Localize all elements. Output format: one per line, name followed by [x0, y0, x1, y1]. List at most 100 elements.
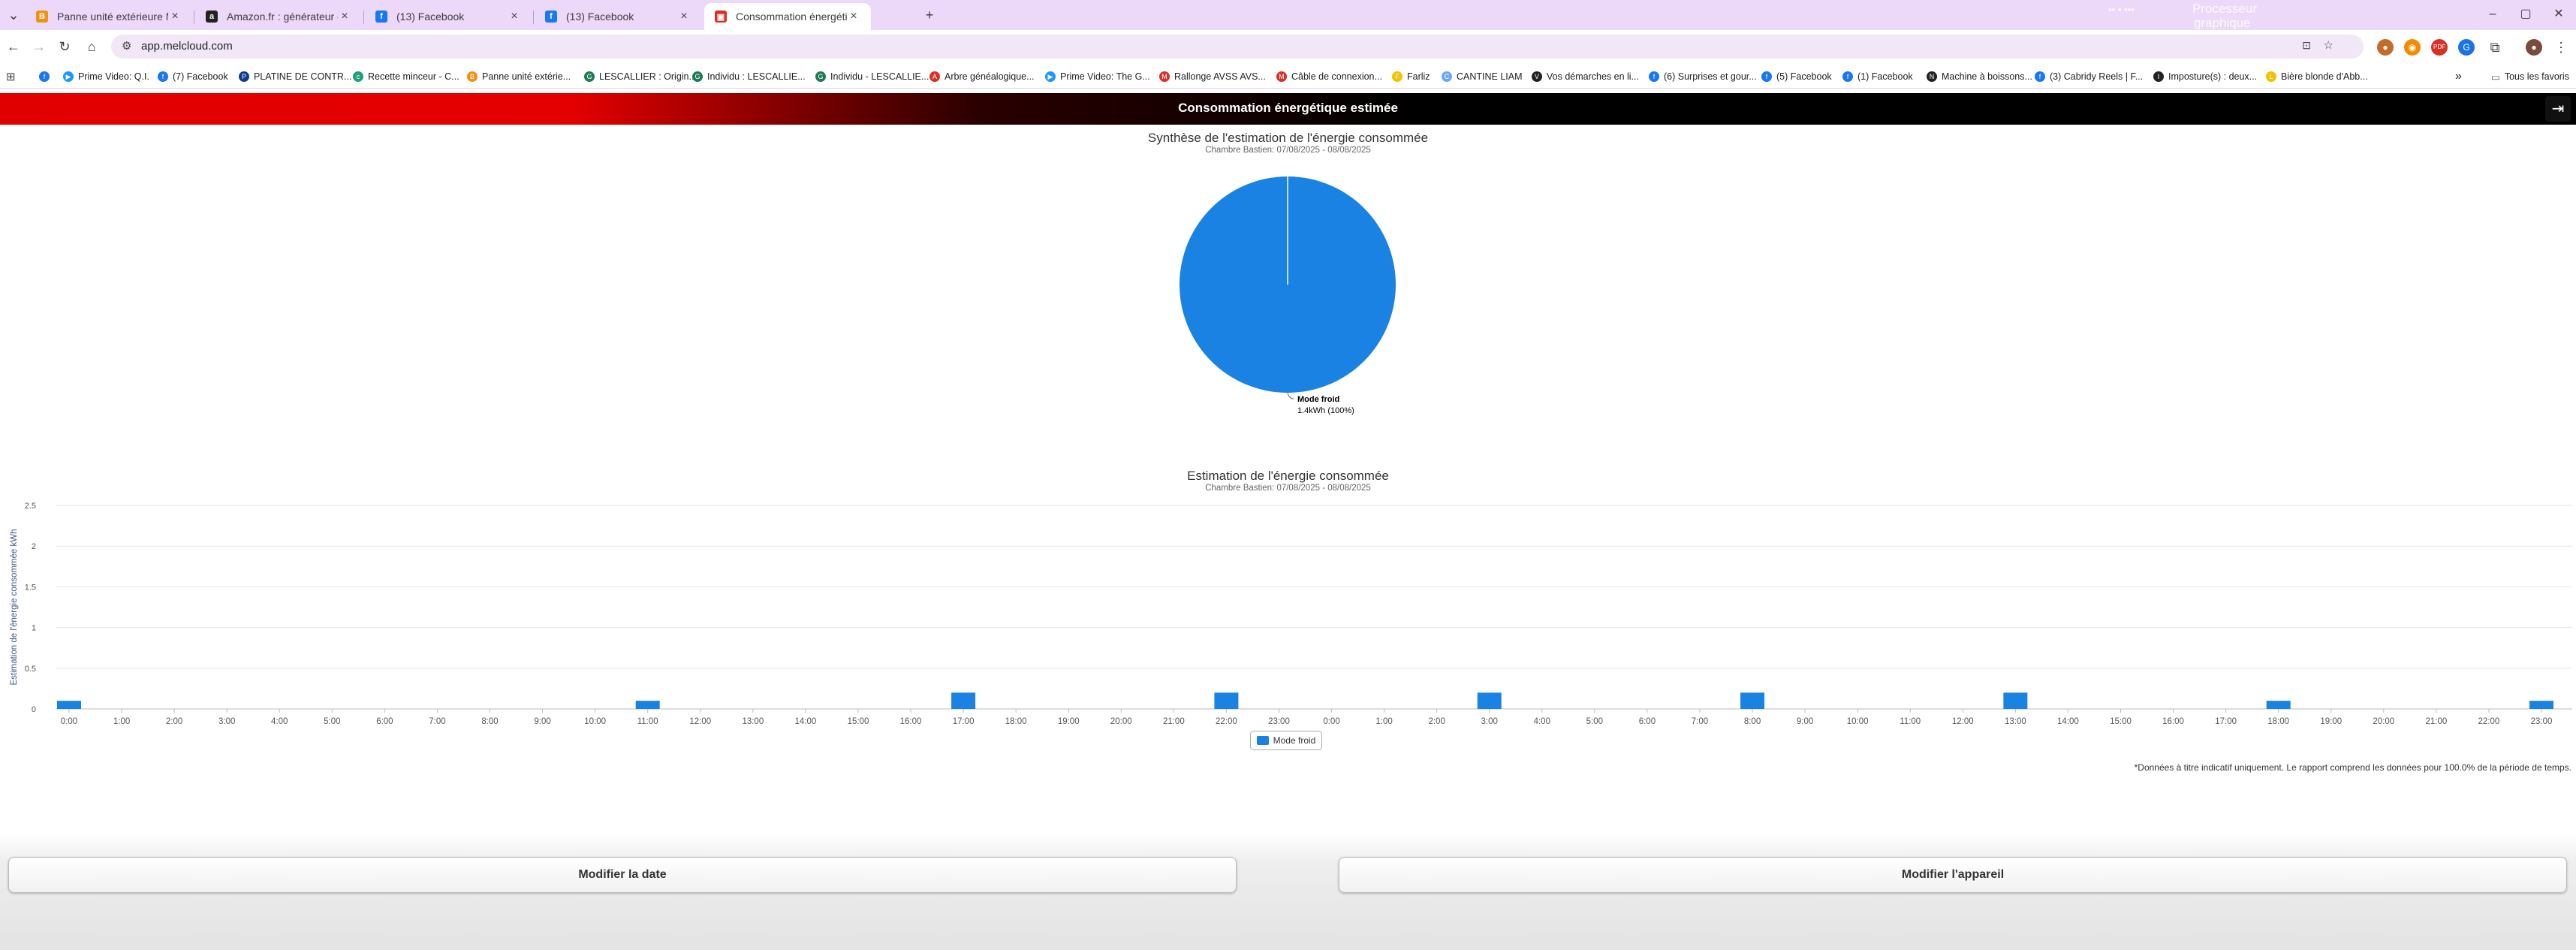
reload-icon[interactable]: ↻	[54, 36, 75, 57]
url-text[interactable]: app.melcloud.com	[141, 40, 233, 53]
bookmark-item[interactable]: ▶ Prime Video: Q.I.	[63, 69, 149, 84]
bookmark-item[interactable]: f (1) Facebook	[1842, 69, 1913, 84]
bookmark-item[interactable]: f	[39, 69, 54, 84]
bookmark-item[interactable]: f (3) Cabridy Reels | F...	[2035, 69, 2143, 84]
x-tick-label: 3:00	[1481, 717, 1498, 725]
bookmark-item[interactable]: B Panne unité extérie...	[467, 69, 571, 84]
pie-chart-title: Synthèse de l'estimation de l'énergie co…	[1147, 131, 1429, 145]
apps-grid-icon[interactable]: ⊞	[6, 69, 16, 84]
bar[interactable]	[951, 692, 976, 709]
translate-icon[interactable]: G	[2458, 39, 2475, 56]
modify-device-button[interactable]: Modifier l'appareil	[1339, 857, 2567, 893]
forward-icon[interactable]: →	[29, 36, 50, 57]
bookmark-item[interactable]: G LESCALLIER : Origin...	[584, 69, 697, 84]
bookmark-item[interactable]: A Arbre généalogique...	[929, 69, 1035, 84]
bookmark-label: Farliz	[1407, 71, 1430, 82]
bookmark-item[interactable]: I Imposture(s) : deux...	[2153, 69, 2257, 84]
x-tick-label: 14:00	[2057, 717, 2079, 725]
bookmark-item[interactable]: f (6) Surprises et gour...	[1649, 69, 1757, 84]
tab-close-icon[interactable]: ×	[847, 10, 860, 23]
back-icon[interactable]: ←	[3, 36, 24, 57]
tab-favicon-icon: a	[206, 11, 218, 23]
x-tick-label: 12:00	[1952, 717, 1974, 725]
bar[interactable]	[2003, 692, 2028, 709]
tab-close-icon[interactable]: ×	[168, 10, 182, 23]
x-tick-label: 22:00	[2478, 717, 2500, 725]
bookmark-item[interactable]: F Farliz	[1392, 69, 1430, 84]
bookmarks-bar: ⊞ f ▶ Prime Video: Q.I. f (7) Facebook P PLATI…	[0, 63, 2576, 89]
close-window-icon[interactable]: ✕	[2544, 3, 2574, 26]
modify-date-button[interactable]: Modifier la date	[8, 857, 1237, 893]
bookmark-item[interactable]: V Vos démarches en li...	[1532, 69, 1639, 84]
x-tick-label: 11:00	[1900, 717, 1921, 725]
profile-avatar[interactable]: ●	[2526, 39, 2542, 56]
bookmark-item[interactable]: L Bière blonde d'Abb...	[2266, 69, 2368, 84]
bookmark-item[interactable]: f (5) Facebook	[1761, 69, 1832, 84]
y-tick-label: 0.5	[25, 665, 36, 674]
bar[interactable]	[1477, 692, 1502, 709]
bar[interactable]	[2529, 701, 2553, 709]
chart-legend-mode-froid[interactable]: Mode froid	[1250, 731, 1322, 750]
bookmark-item[interactable]: C CANTINE LIAM	[1442, 69, 1523, 84]
star-icon[interactable]: ☆	[2324, 38, 2333, 52]
more-bookmarks-button[interactable]: »	[2455, 69, 2462, 84]
bookmark-favicon-icon: C	[1442, 71, 1452, 82]
pie-label-value: 1.4kWh (100%)	[1297, 406, 1354, 415]
browser-tab[interactable]: f (13) Facebook ×	[365, 3, 532, 30]
bar-chart-subtitle: Chambre Bastien: 07/08/2025 - 08/08/2025	[1205, 484, 1371, 493]
bookmark-favicon-icon: f	[1761, 71, 1772, 82]
tab-close-icon[interactable]: ×	[508, 10, 521, 23]
browser-tab[interactable]: ▣ Consommation énergétique es...×	[704, 3, 871, 30]
browser-tab[interactable]: f (13) Facebook ×	[535, 3, 701, 30]
tab-search-icon[interactable]: ⌄	[3, 5, 24, 26]
bookmark-item[interactable]: M Câble de connexion...	[1276, 69, 1382, 84]
all-bookmarks-folder[interactable]: ▭ Tous les favoris	[2491, 69, 2569, 84]
bookmark-item[interactable]: f (7) Facebook	[158, 69, 228, 84]
bookmark-favicon-icon: P	[239, 71, 249, 82]
bookmark-label: Bière blonde d'Abb...	[2281, 71, 2368, 82]
extension-icon-2[interactable]: ◉	[2404, 39, 2421, 56]
bookmark-label: (7) Facebook	[173, 71, 228, 82]
bookmark-item[interactable]: ▶ Prime Video: The G...	[1045, 69, 1150, 84]
bookmark-item[interactable]: G Individu : LESCALLIE...	[692, 69, 806, 84]
pie-chart	[1180, 176, 1396, 400]
bar[interactable]	[635, 701, 660, 709]
logout-icon[interactable]: ⇥	[2545, 96, 2571, 122]
bookmark-item[interactable]: G Individu - LESCALLIE...	[815, 69, 929, 84]
bookmark-label: Individu - LESCALLIE...	[830, 71, 929, 82]
menu-kebab-icon[interactable]: ⋮	[2553, 39, 2569, 56]
address-bar[interactable]: ⚙ app.melcloud.com ⊡ ☆	[111, 35, 2364, 59]
browser-tab[interactable]: a Amazon.fr : générateur de temp...×	[195, 3, 362, 30]
new-tab-button[interactable]: +	[919, 5, 940, 26]
bookmark-item[interactable]: c Recette minceur - C...	[353, 69, 459, 84]
x-tick-label: 23:00	[2531, 717, 2553, 725]
extension-icon-3[interactable]: PDF	[2431, 39, 2448, 56]
browser-tab[interactable]: B Panne unité extérieure Mitsubi...×	[26, 3, 192, 30]
minimize-icon[interactable]: –	[2478, 3, 2508, 26]
bookmark-favicon-icon: B	[467, 71, 478, 82]
extensions-puzzle-icon[interactable]: ⧉	[2487, 39, 2503, 56]
bookmark-label: Individu : LESCALLIE...	[707, 71, 806, 82]
bar[interactable]	[1740, 692, 1765, 709]
all-bookmarks-label: Tous les favoris	[2504, 71, 2569, 82]
install-icon[interactable]: ⊡	[2302, 39, 2311, 52]
bar[interactable]	[1214, 692, 1239, 709]
tab-close-icon[interactable]: ×	[677, 10, 691, 23]
site-info-icon[interactable]: ⚙	[122, 39, 131, 53]
bookmark-label: CANTINE LIAM	[1457, 71, 1523, 82]
tab-separator	[533, 11, 534, 24]
extension-icon-1[interactable]: ●	[2377, 39, 2394, 56]
maximize-icon[interactable]: ▢	[2511, 3, 2541, 26]
x-tick-label: 15:00	[848, 717, 869, 725]
page-title: Consommation énergétique estimée	[1178, 101, 1398, 115]
x-tick-label: 13:00	[2005, 717, 2026, 725]
x-tick-label: 17:00	[953, 717, 975, 725]
bookmark-item[interactable]: M Rallonge AVSS AVS...	[1159, 69, 1266, 84]
bookmark-item[interactable]: P PLATINE DE CONTR...	[239, 69, 351, 84]
bar[interactable]	[57, 701, 81, 709]
bar[interactable]	[2266, 701, 2291, 709]
bookmark-item[interactable]: N Machine à boissons...	[1927, 69, 2032, 84]
tab-close-icon[interactable]: ×	[338, 10, 351, 23]
x-tick-label: 4:00	[271, 717, 288, 725]
home-icon[interactable]: ⌂	[81, 36, 102, 57]
